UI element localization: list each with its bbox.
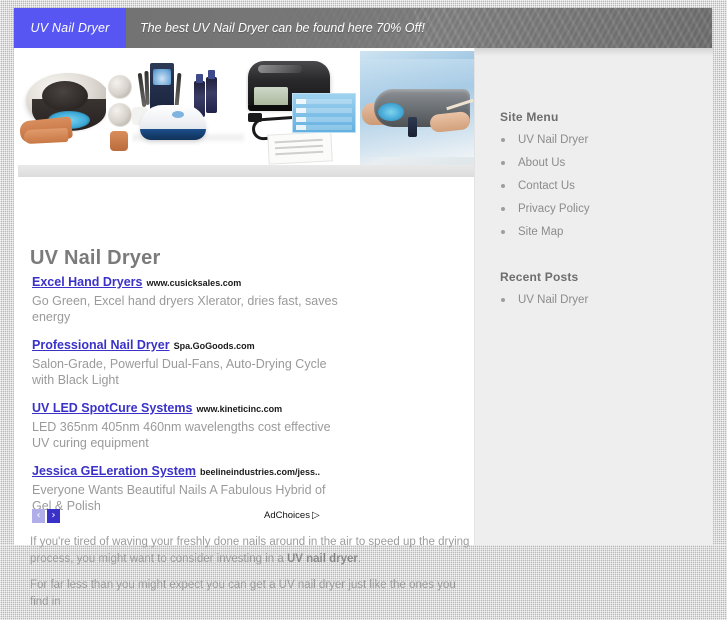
site-logo[interactable]: UV Nail Dryer (14, 8, 126, 48)
ad-description: Go Green, Excel hand dryers Xlerator, dr… (32, 294, 338, 324)
ad-next-button[interactable]: › (47, 509, 60, 523)
sidebar-item-privacy-policy[interactable]: Privacy Policy (500, 202, 590, 225)
site-header: UV Nail Dryer The best UV Nail Dryer can… (14, 8, 712, 48)
ad-display-url: beelineindustries.com/jess.. (199, 467, 321, 477)
bullet-icon (501, 161, 505, 165)
header-tagline: The best UV Nail Dryer can be found here… (140, 21, 425, 35)
bullet-icon (501, 298, 505, 302)
ad-item: Professional Nail Dryer Spa.GoGoods.com S… (32, 337, 352, 388)
adchoices-link[interactable]: AdChoices ▷ (264, 510, 320, 521)
sidebar-item-label: Contact Us (518, 180, 575, 192)
sidebar-item-label: Site Map (518, 226, 564, 238)
ad-item: Excel Hand Dryers www.cusicksales.com Go … (32, 274, 352, 325)
ad-prev-button[interactable]: ‹ (32, 509, 45, 523)
sidebar-recent-posts-list: UV Nail Dryer (500, 293, 588, 316)
sidebar-item-contact-us[interactable]: Contact Us (500, 179, 590, 202)
site-logo-label: UV Nail Dryer (30, 21, 110, 35)
sidebar-menu-list: UV Nail Dryer About Us Contact Us Privac… (500, 133, 590, 248)
ad-display-url: www.cusicksales.com (146, 278, 242, 288)
banner-image (18, 51, 474, 165)
ad-footer: ‹ › AdChoices ▷ (32, 509, 332, 525)
sidebar-post-uv-nail-dryer[interactable]: UV Nail Dryer (500, 293, 588, 316)
sidebar: Site Menu UV Nail Dryer About Us Contact… (474, 48, 713, 545)
ad-headline-row: UV LED SpotCure Systems www.kineticinc.co… (32, 400, 352, 417)
sidebar-item-label: Privacy Policy (518, 203, 590, 215)
sidebar-item-label: UV Nail Dryer (518, 134, 589, 146)
ad-block: Excel Hand Dryers www.cusicksales.com Go … (32, 274, 352, 526)
bullet-icon (501, 230, 505, 234)
page-title: UV Nail Dryer (30, 247, 161, 270)
article-p1-keyword: UV nail dryer (286, 552, 358, 565)
ad-title-link[interactable]: Jessica GELeration System (32, 464, 196, 478)
sidebar-heading-recent-posts: Recent Posts (500, 270, 579, 284)
banner-footer-strip (18, 165, 474, 177)
sidebar-post-label: UV Nail Dryer (518, 294, 589, 306)
banner-photo-row (18, 51, 474, 165)
content-shell: UV Nail Dryer Excel Hand Dryers www.cusic… (14, 48, 713, 608)
ad-headline-row: Professional Nail Dryer Spa.GoGoods.com (32, 337, 352, 354)
adchoices-label: AdChoices (264, 510, 310, 521)
sidebar-item-site-map[interactable]: Site Map (500, 225, 590, 248)
ad-title-link[interactable]: UV LED SpotCure Systems (32, 401, 192, 415)
ad-headline-row: Jessica GELeration System beelineindustri… (32, 463, 352, 480)
page-root: UV Nail Dryer The best UV Nail Dryer can… (0, 0, 727, 608)
sidebar-item-uv-nail-dryer[interactable]: UV Nail Dryer (500, 133, 590, 156)
article-paragraph-1: If you're tired of waving your freshly d… (30, 534, 470, 567)
sidebar-top-shadow (475, 48, 713, 56)
sidebar-item-about-us[interactable]: About Us (500, 156, 590, 179)
ad-title-link[interactable]: Professional Nail Dryer (32, 338, 170, 352)
ad-item: Jessica GELeration System beelineindustri… (32, 463, 352, 514)
bullet-icon (501, 184, 505, 188)
banner-photo-dome-dryer-kit (132, 51, 246, 165)
ad-display-url: www.kineticinc.com (196, 404, 283, 414)
ad-description: LED 365nm 405nm 460nm wavelengths cost e… (32, 420, 331, 450)
article-paragraph-2: For far less than you might expect you c… (30, 579, 456, 608)
ad-title-link[interactable]: Excel Hand Dryers (32, 275, 142, 289)
ad-display-url: Spa.GoGoods.com (173, 341, 255, 351)
banner-photo-salon-treatment (360, 51, 474, 165)
ad-description: Salon-Grade, Powerful Dual-Fans, Auto-Dr… (32, 357, 327, 387)
ad-item: UV LED SpotCure Systems www.kineticinc.co… (32, 400, 352, 451)
bullet-icon (501, 207, 505, 211)
ad-headline-row: Excel Hand Dryers www.cusicksales.com (32, 274, 352, 291)
article-p1-after: . (357, 552, 362, 565)
banner-photo-black-uv-lamp (246, 51, 360, 165)
banner-photo-round-dryer (18, 51, 132, 165)
sidebar-item-label: About Us (518, 157, 566, 169)
sidebar-heading-site-menu: Site Menu (500, 110, 559, 124)
adchoices-icon: ▷ (311, 510, 320, 521)
article-p1-before: If you're tired of waving your freshly d… (30, 536, 470, 565)
article-body: If you're tired of waving your freshly d… (30, 534, 470, 620)
bullet-icon (501, 138, 505, 142)
